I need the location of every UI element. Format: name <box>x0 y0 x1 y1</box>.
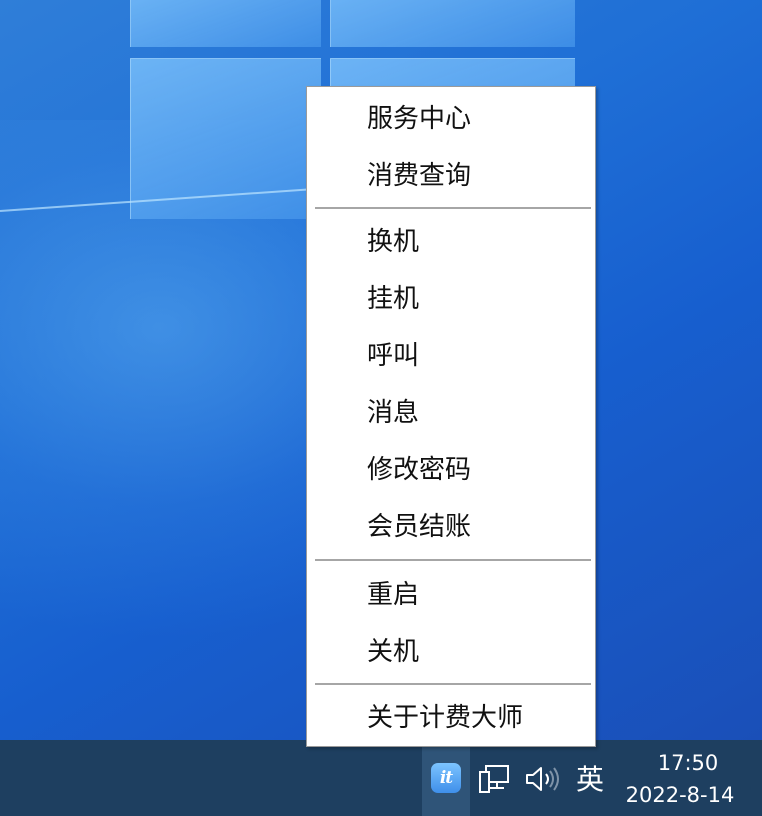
windows-logo-pane-top-right <box>330 0 575 47</box>
menu-item-member-checkout[interactable]: 会员结账 <box>307 499 595 556</box>
tray-context-menu: 服务中心 消费查询 换机 挂机 呼叫 消息 修改密码 会员结账 重启 关机 关于… <box>306 86 596 747</box>
menu-item-restart[interactable]: 重启 <box>307 567 595 624</box>
menu-item-about[interactable]: 关于计费大师 <box>307 690 595 747</box>
menu-separator <box>315 559 591 561</box>
network-icon[interactable] <box>476 762 512 796</box>
clock-time: 17:50 <box>657 751 719 775</box>
menu-item-service-center[interactable]: 服务中心 <box>307 91 595 148</box>
menu-item-change-password[interactable]: 修改密码 <box>307 442 595 499</box>
input-method-indicator[interactable]: 英 <box>572 760 608 800</box>
menu-separator <box>315 207 591 209</box>
network-monitor-icon <box>479 765 509 793</box>
menu-item-call[interactable]: 呼叫 <box>307 328 595 385</box>
billing-app-icon: it <box>431 763 461 793</box>
volume-icon[interactable] <box>522 762 562 796</box>
taskbar: it 英 17:50 2022-8-14 <box>0 740 762 816</box>
menu-item-shutdown[interactable]: 关机 <box>307 624 595 681</box>
menu-item-suspend[interactable]: 挂机 <box>307 271 595 328</box>
speaker-icon <box>526 767 559 791</box>
billing-app-tray-icon[interactable]: it <box>422 740 470 816</box>
menu-item-messages[interactable]: 消息 <box>307 385 595 442</box>
clock-date: 2022-8-14 <box>625 783 735 807</box>
menu-item-consumption-query[interactable]: 消费查询 <box>307 148 595 205</box>
windows-logo-pane-top-left <box>130 0 321 47</box>
menu-item-switch-machine[interactable]: 换机 <box>307 214 595 271</box>
taskbar-clock[interactable]: 17:50 2022-8-14 <box>612 748 748 812</box>
menu-separator <box>315 683 591 685</box>
